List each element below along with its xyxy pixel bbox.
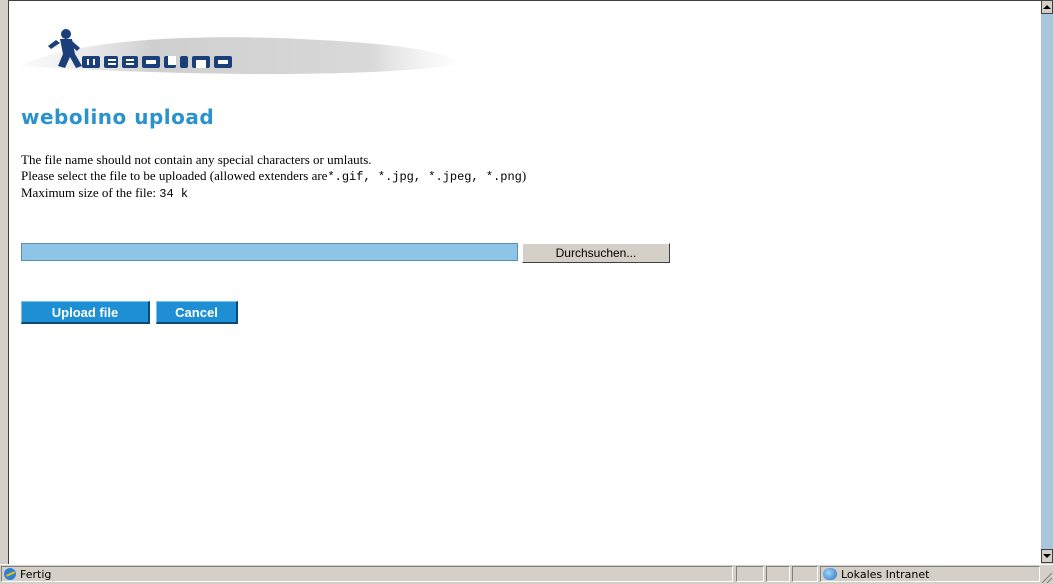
intranet-globe-icon	[823, 568, 837, 580]
status-pane-lock	[766, 566, 790, 582]
status-pane-progress	[736, 566, 764, 582]
security-zone-pane: Lokales Intranet	[820, 566, 1040, 582]
status-text: Fertig	[20, 567, 52, 581]
scroll-up-arrow-icon[interactable]	[1041, 0, 1053, 14]
logo-graphic	[20, 29, 460, 74]
browse-button[interactable]: Durchsuchen...	[522, 243, 670, 263]
zone-label: Lokales Intranet	[841, 567, 930, 581]
vertical-scrollbar[interactable]	[1041, 0, 1053, 563]
upload-file-button[interactable]: Upload file	[21, 301, 150, 324]
status-bar: Fertig Lokales Intranet	[0, 564, 1053, 584]
instruction-extensions: Please select the file to be uploaded (a…	[21, 168, 526, 185]
upload-instructions: The file name should not contain any spe…	[21, 152, 526, 202]
extensions-list: *.gif, *.jpg, *.jpeg, *.png	[327, 170, 522, 184]
page-title: webolino upload	[21, 105, 215, 129]
max-size-label: Maximum size of the file:	[21, 185, 160, 200]
cancel-button[interactable]: Cancel	[156, 301, 238, 324]
status-pane-extra	[792, 566, 818, 582]
resize-grip-icon[interactable]	[1042, 573, 1052, 583]
extensions-label: Please select the file to be uploaded (a…	[21, 168, 328, 183]
browser-window: webolino upload The file name should not…	[0, 0, 1053, 584]
instruction-max-size: Maximum size of the file: 34 k	[21, 185, 526, 202]
status-text-pane: Fertig	[1, 566, 733, 582]
extensions-close: )	[521, 168, 527, 183]
instruction-filename: The file name should not contain any spe…	[21, 152, 372, 167]
max-size-value: 34 k	[159, 187, 189, 201]
webolino-logo	[20, 26, 460, 81]
scroll-down-arrow-icon[interactable]	[1041, 549, 1053, 563]
page-content: webolino upload The file name should not…	[8, 0, 1041, 564]
file-path-input[interactable]	[21, 243, 518, 261]
ie-page-icon	[4, 568, 16, 580]
